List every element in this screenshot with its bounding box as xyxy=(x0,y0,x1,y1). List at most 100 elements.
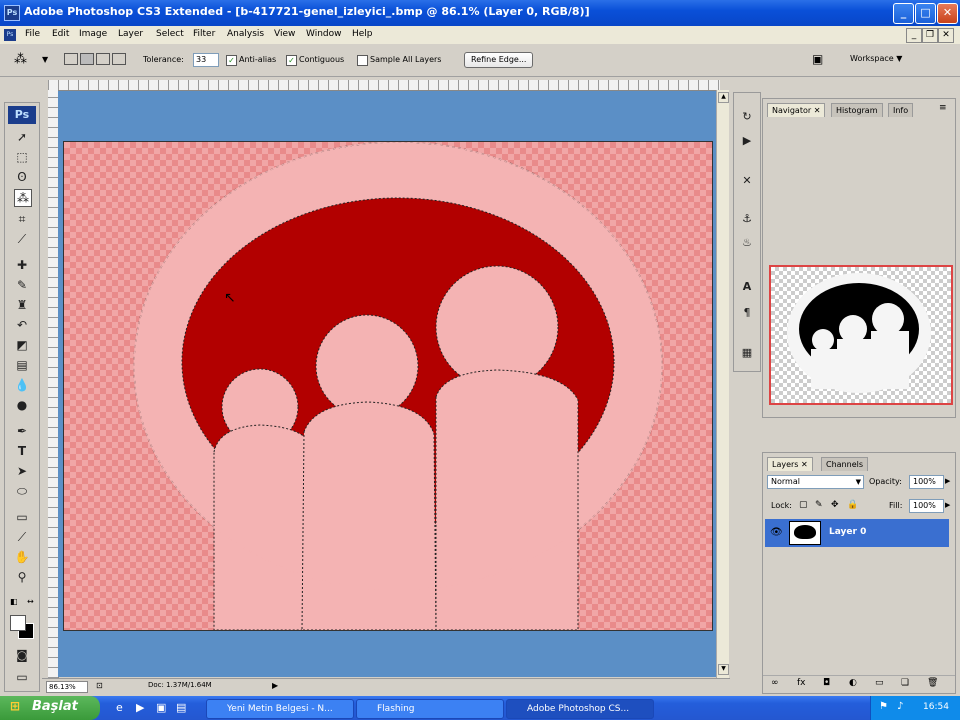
tab-navigator[interactable]: Navigator ✕ xyxy=(767,103,826,117)
link-layers-icon[interactable]: ∞ xyxy=(771,678,779,688)
slice-tool-icon[interactable]: ⟋ xyxy=(14,231,30,247)
doc-close-button[interactable]: ✕ xyxy=(938,28,954,43)
menu-help[interactable]: Help xyxy=(352,29,373,39)
fill-input[interactable]: 100% xyxy=(909,499,944,513)
menu-view[interactable]: View xyxy=(274,29,295,39)
quicklaunch-ie-icon[interactable]: e xyxy=(116,701,123,714)
menu-edit[interactable]: Edit xyxy=(52,29,69,39)
lock-all-icon[interactable]: 🔒 xyxy=(847,500,858,510)
actions-panel-icon[interactable]: ▶ xyxy=(739,133,755,149)
fill-arrow-icon[interactable]: ▶ xyxy=(945,501,950,509)
add-selection-icon[interactable] xyxy=(80,53,94,65)
menu-window[interactable]: Window xyxy=(306,29,342,39)
refine-edge-button[interactable]: Refine Edge... xyxy=(464,52,534,68)
visibility-eye-icon[interactable]: 👁 xyxy=(770,527,783,538)
history-panel-icon[interactable]: ↻ xyxy=(739,109,755,125)
quicklaunch-folder-icon[interactable]: ▤ xyxy=(176,701,186,714)
taskbar-notepad[interactable]: Yeni Metin Belgesi - N... xyxy=(206,699,354,719)
scroll-down-arrow-icon[interactable]: ▼ xyxy=(718,664,729,675)
menu-select[interactable]: Select xyxy=(156,29,184,39)
lock-transparency-icon[interactable]: ▢ xyxy=(799,500,808,510)
tab-layers[interactable]: Layers ✕ xyxy=(767,457,813,471)
anti-alias-checkbox[interactable]: ✓ xyxy=(226,55,237,66)
scroll-up-arrow-icon[interactable]: ▲ xyxy=(718,92,729,103)
paragraph-panel-icon[interactable]: ¶ xyxy=(739,305,755,321)
dodge-tool-icon[interactable]: ● xyxy=(14,397,30,413)
delete-layer-icon[interactable]: 🗑 xyxy=(927,678,938,688)
marquee-tool-icon[interactable]: ⬚ xyxy=(14,149,30,165)
status-arrow-icon[interactable]: ▶ xyxy=(272,681,278,690)
layer-comps-panel-icon[interactable]: ▦ xyxy=(739,345,755,361)
vertical-scrollbar[interactable]: ▲ ▼ xyxy=(716,90,729,678)
healing-brush-tool-icon[interactable]: ✚ xyxy=(14,257,30,273)
lock-pixels-icon[interactable]: ✎ xyxy=(815,500,823,510)
magic-wand-icon[interactable]: ⁂ xyxy=(14,52,27,67)
tray-network-icon[interactable]: ⚑ xyxy=(879,701,888,712)
quicklaunch-desktop-icon[interactable]: ▣ xyxy=(156,701,166,714)
layer-row[interactable]: 👁 Layer 0 xyxy=(765,519,949,547)
taskbar-photoshop[interactable]: Adobe Photoshop CS... xyxy=(506,699,654,719)
blur-tool-icon[interactable]: 💧 xyxy=(14,377,30,393)
quicklaunch-media-icon[interactable]: ▶ xyxy=(136,701,144,714)
gradient-tool-icon[interactable]: ▤ xyxy=(14,357,30,373)
new-selection-icon[interactable] xyxy=(64,53,78,65)
tolerance-input[interactable]: 33 xyxy=(193,53,219,67)
panel-menu-icon[interactable]: ≡ xyxy=(939,103,947,113)
new-layer-icon[interactable]: ❏ xyxy=(901,678,909,688)
shape-tool-icon[interactable]: ⬭ xyxy=(14,483,30,499)
pen-tool-icon[interactable]: ✒ xyxy=(14,423,30,439)
menu-filter[interactable]: Filter xyxy=(193,29,215,39)
image-canvas[interactable]: ↖ xyxy=(63,141,713,631)
zoom-level-field[interactable]: 86.13% xyxy=(46,681,88,693)
new-group-icon[interactable]: ▭ xyxy=(875,678,884,688)
tab-channels[interactable]: Channels xyxy=(821,457,869,471)
subtract-selection-icon[interactable] xyxy=(96,53,110,65)
screen-mode-icon[interactable]: ▭ xyxy=(14,669,30,685)
magic-wand-tool-icon[interactable]: ⁂ xyxy=(14,189,32,207)
crop-tool-icon[interactable]: ⌗ xyxy=(14,211,30,227)
layer-style-icon[interactable]: fx xyxy=(797,678,806,688)
character-panel-icon[interactable]: A xyxy=(739,279,755,295)
clone-stamp-tool-icon[interactable]: ♜ xyxy=(14,297,30,313)
status-menu-icon[interactable]: ⊡ xyxy=(96,681,103,690)
start-button[interactable]: ⊞ Başlat xyxy=(0,696,100,720)
path-selection-tool-icon[interactable]: ➤ xyxy=(14,463,30,479)
clone-source-panel-icon[interactable]: ⚓ xyxy=(739,211,755,227)
minimize-button[interactable]: _ xyxy=(893,3,914,24)
navigator-thumbnail[interactable] xyxy=(769,265,953,405)
title-bar[interactable]: Ps Adobe Photoshop CS3 Extended - [b-417… xyxy=(0,0,960,26)
doc-restore-button[interactable]: ❐ xyxy=(922,28,938,43)
brush-tool-icon[interactable]: ✎ xyxy=(14,277,30,293)
eyedropper-tool-icon[interactable]: ⟋ xyxy=(14,529,30,545)
opacity-arrow-icon[interactable]: ▶ xyxy=(945,477,950,485)
lock-position-icon[interactable]: ✥ xyxy=(831,500,839,510)
blend-mode-select[interactable]: Normal ▼ xyxy=(767,475,864,489)
quick-mask-icon[interactable]: ◙ xyxy=(14,647,30,663)
intersect-selection-icon[interactable] xyxy=(112,53,126,65)
tool-preset-chevron-icon[interactable]: ▼ xyxy=(42,55,48,64)
maximize-button[interactable]: □ xyxy=(915,3,936,24)
menu-layer[interactable]: Layer xyxy=(118,29,143,39)
contiguous-checkbox[interactable]: ✓ xyxy=(286,55,297,66)
close-button[interactable]: ✕ xyxy=(937,3,958,24)
doc-minimize-button[interactable]: _ xyxy=(906,28,922,43)
tool-presets-panel-icon[interactable]: ✕ xyxy=(739,173,755,189)
menu-file[interactable]: File xyxy=(25,29,40,39)
history-brush-tool-icon[interactable]: ↶ xyxy=(14,317,30,333)
taskbar-flashing[interactable]: Flashing xyxy=(356,699,504,719)
tab-info[interactable]: Info xyxy=(888,103,914,117)
sample-all-layers-checkbox[interactable] xyxy=(357,55,368,66)
lasso-tool-icon[interactable]: ʘ xyxy=(14,169,30,185)
menu-image[interactable]: Image xyxy=(79,29,107,39)
zoom-tool-icon[interactable]: ⚲ xyxy=(14,569,30,585)
hand-tool-icon[interactable]: ✋ xyxy=(14,549,30,565)
tab-histogram[interactable]: Histogram xyxy=(831,103,883,117)
notes-tool-icon[interactable]: ▭ xyxy=(14,509,30,525)
move-tool-icon[interactable]: ➚ xyxy=(14,129,30,145)
eraser-tool-icon[interactable]: ◩ xyxy=(14,337,30,353)
type-tool-icon[interactable]: T xyxy=(14,443,30,459)
default-colors-icon[interactable]: ◧ xyxy=(10,597,18,606)
menu-analysis[interactable]: Analysis xyxy=(227,29,264,39)
layer-mask-icon[interactable]: ◘ xyxy=(823,678,830,688)
brushes-panel-icon[interactable]: ♨ xyxy=(739,235,755,251)
